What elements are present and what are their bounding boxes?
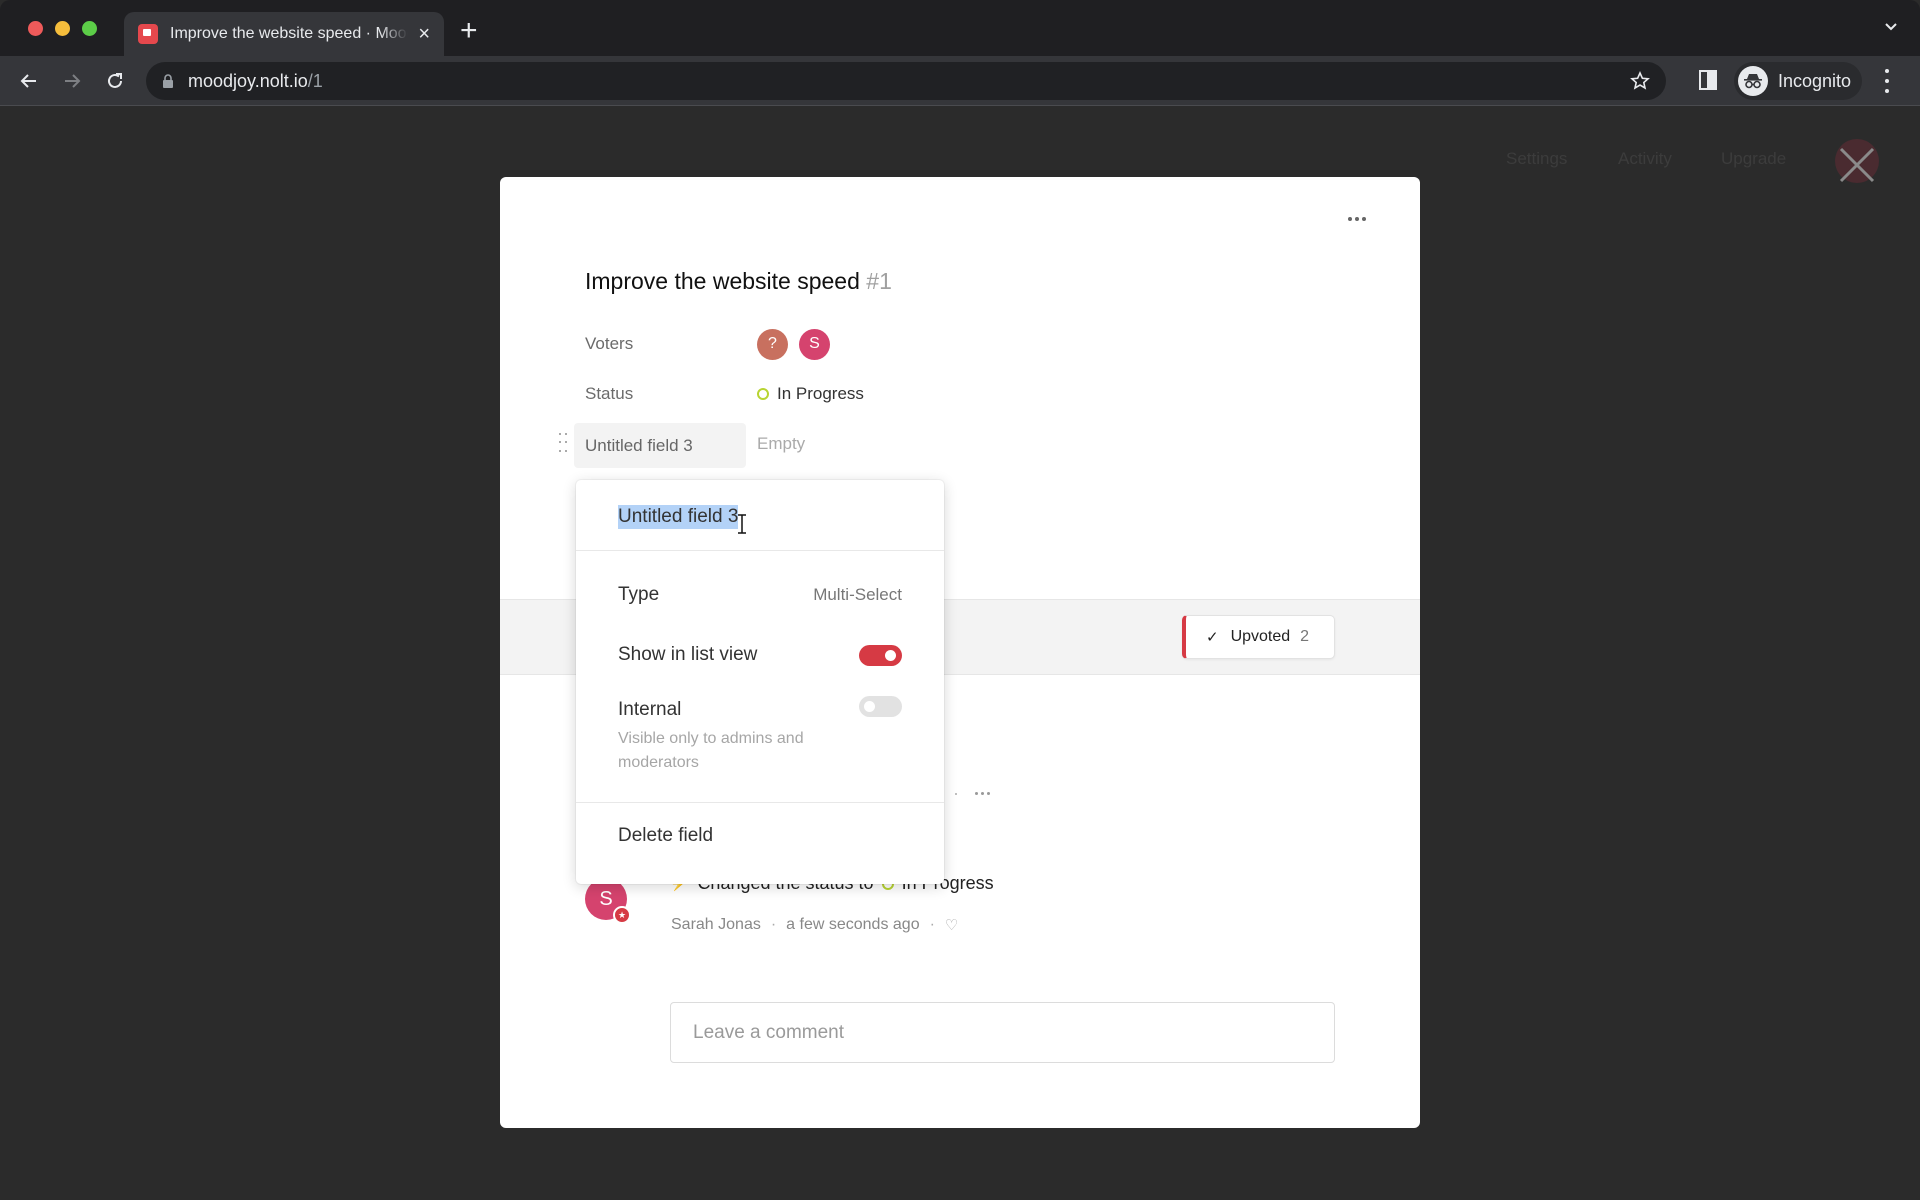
- toggle-knob: [864, 700, 875, 712]
- nav-activity-link[interactable]: Activity: [1618, 149, 1672, 169]
- activity-meta: Sarah Jonas · a few seconds ago · ♡: [671, 916, 958, 934]
- activity-partial-meta: [955, 792, 990, 795]
- tab-close-icon[interactable]: ×: [418, 23, 430, 46]
- nav-upgrade-link[interactable]: Upgrade: [1721, 149, 1786, 169]
- status-field-row: Status In Progress: [585, 374, 864, 414]
- arrow-left-icon: [20, 74, 36, 88]
- field-name-input[interactable]: Untitled field 3: [618, 502, 739, 532]
- internal-label: Internal: [618, 699, 682, 720]
- voter-avatar-anonymous[interactable]: ?: [757, 328, 788, 360]
- incognito-label: Incognito: [1778, 70, 1852, 91]
- status-label: Status: [585, 384, 634, 403]
- activity-time: a few seconds ago: [786, 916, 920, 933]
- admin-star-badge-icon: ★: [613, 906, 631, 924]
- custom-field-value[interactable]: Empty: [757, 434, 805, 454]
- browser-tab-strip: Improve the website speed · Moodjoy × +: [0, 0, 1920, 56]
- upvote-button[interactable]: ✓ Upvoted 2: [1182, 615, 1335, 659]
- separator-dot: ·: [770, 916, 777, 933]
- separator-dot: ·: [929, 916, 935, 933]
- nav-settings-link[interactable]: Settings: [1506, 149, 1567, 169]
- divider: [576, 550, 944, 551]
- close-modal-button[interactable]: [1835, 139, 1879, 183]
- show-in-list-label: Show in list view: [618, 644, 758, 665]
- activity-author[interactable]: Sarah Jonas: [671, 916, 761, 934]
- delete-field-button[interactable]: Delete field: [618, 825, 713, 847]
- text-cursor-icon: [738, 514, 746, 534]
- window-minimize-button[interactable]: [55, 21, 70, 36]
- browser-toolbar: moodjoy.nolt.io/1 Incognito: [0, 56, 1920, 106]
- show-in-list-row: Show in list view: [618, 640, 902, 670]
- toggle-knob: [885, 649, 896, 661]
- show-in-list-toggle[interactable]: [859, 644, 902, 666]
- nolt-favicon-icon: [138, 24, 158, 44]
- voters-label: Voters: [585, 334, 634, 353]
- new-tab-button[interactable]: +: [460, 14, 478, 48]
- heart-icon[interactable]: ♡: [945, 916, 958, 934]
- window-maximize-button[interactable]: [82, 21, 97, 36]
- activity-more-options-icon[interactable]: [975, 792, 990, 795]
- field-type-label: Type: [618, 584, 660, 605]
- url-host: moodjoy.nolt.io: [188, 70, 308, 91]
- internal-help-text: Visible only to admins and moderators: [618, 730, 804, 771]
- bookmark-star-icon[interactable]: [1630, 71, 1650, 91]
- separator-dot: [955, 792, 957, 795]
- post-title: Improve the website speed #1: [585, 268, 892, 295]
- tab-title: Improve the website speed · Moodjoy: [170, 25, 408, 42]
- arrow-right-icon: [65, 74, 81, 88]
- voter-avatar-sarah[interactable]: S: [799, 328, 830, 360]
- browser-tab-active[interactable]: Improve the website speed · Moodjoy ×: [124, 12, 444, 56]
- upvote-label: Upvoted: [1230, 628, 1291, 645]
- reload-icon: [108, 73, 122, 88]
- url-path: /1: [307, 70, 323, 91]
- field-type-row[interactable]: Type Multi-Select: [618, 580, 902, 610]
- close-icon: [1839, 147, 1875, 183]
- post-number: #1: [866, 268, 892, 294]
- voters-field-row: Voters ? S: [585, 324, 841, 364]
- post-title-text: Improve the website speed: [585, 268, 860, 294]
- back-button[interactable]: [15, 67, 43, 95]
- drag-handle-icon[interactable]: [559, 433, 568, 455]
- upvote-count: 2: [1300, 628, 1310, 645]
- browser-menu-icon[interactable]: [1884, 69, 1890, 93]
- reload-button[interactable]: [101, 67, 129, 95]
- internal-row: Internal: [618, 695, 902, 725]
- status-value[interactable]: In Progress: [777, 384, 864, 404]
- incognito-icon: [1738, 66, 1768, 96]
- side-panel-icon[interactable]: [1699, 70, 1717, 90]
- field-name-selected-text: Untitled field 3: [618, 505, 739, 529]
- internal-toggle[interactable]: [859, 695, 902, 717]
- field-settings-popover: Untitled field 3 Type Multi-Select Show …: [576, 480, 944, 884]
- tab-search-chevron-icon[interactable]: [1884, 20, 1898, 34]
- divider: [576, 802, 944, 803]
- field-type-value[interactable]: Multi-Select: [813, 585, 902, 605]
- incognito-profile-button[interactable]: Incognito: [1734, 62, 1862, 100]
- comment-input[interactable]: [670, 1002, 1335, 1063]
- post-more-options-icon[interactable]: [1344, 213, 1370, 225]
- custom-field-label-button[interactable]: Untitled field 3: [574, 423, 746, 468]
- forward-button[interactable]: [58, 67, 86, 95]
- url-text: moodjoy.nolt.io/1: [188, 71, 323, 92]
- address-bar[interactable]: moodjoy.nolt.io/1: [146, 62, 1666, 100]
- window-close-button[interactable]: [28, 21, 43, 36]
- lock-icon: [163, 73, 173, 88]
- status-in-progress-icon: [757, 388, 769, 400]
- check-icon: ✓: [1206, 629, 1219, 646]
